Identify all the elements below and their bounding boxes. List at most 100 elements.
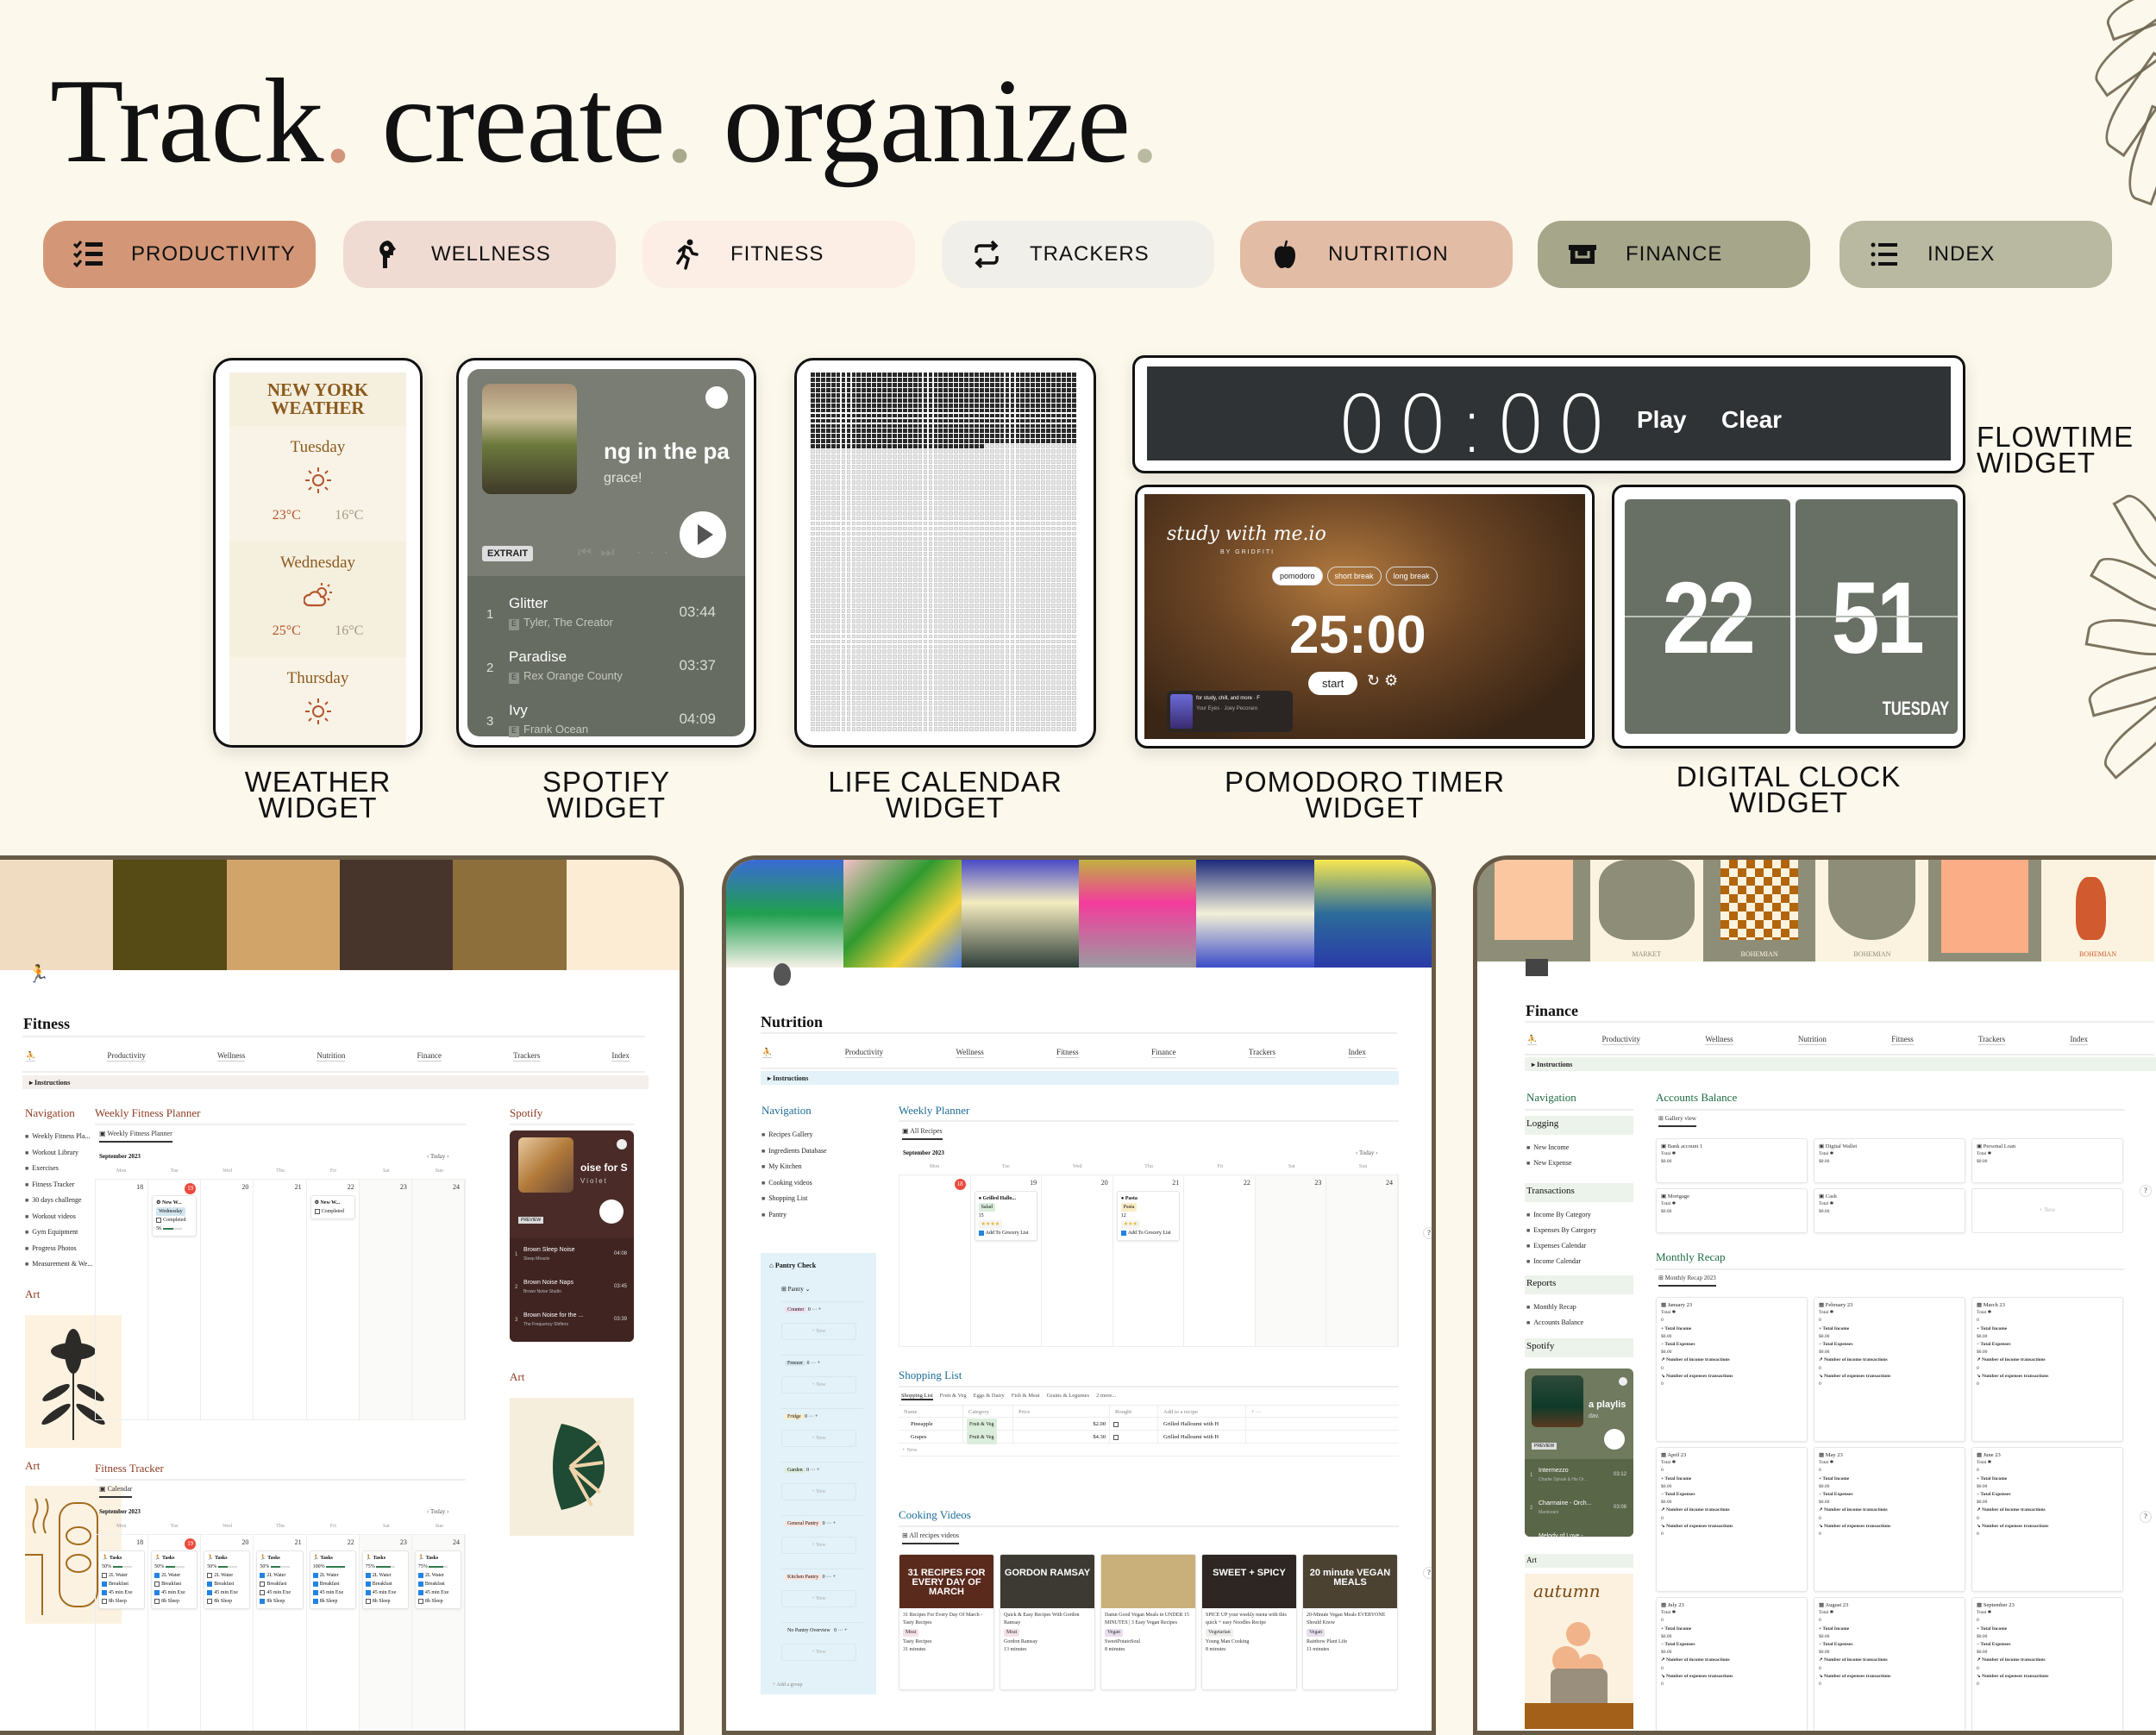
new-item-button[interactable]: + New [781,1376,856,1394]
nav-item[interactable]: New Income [1526,1140,1571,1156]
transactions-links[interactable]: Income By CategoryExpenses By CategoryEx… [1526,1207,1596,1269]
task-checkbox[interactable] [154,1581,160,1587]
nav-link[interactable]: Index [2070,1035,2088,1045]
calendar-day[interactable]: 23 [1255,1175,1327,1346]
video-card[interactable]: 31 RECIPES FOR EVERY DAY OF MARCH 31 Reci… [899,1554,994,1690]
bought-checkbox[interactable] [1113,1434,1119,1440]
pantry-group-header[interactable]: Kitchen Pantry 0 ··· + [785,1575,836,1580]
tracker-card[interactable]: 🏃 Tasks 75% 2L Water Breakfast 45 min Exe 8h… [414,1550,461,1609]
shopping-tab[interactable]: Fruit & Veg [940,1393,967,1400]
tracker-card[interactable]: 🏃 Tasks 50% 2L Water Breakfast 45 min Exe 8h… [98,1550,146,1609]
track-item[interactable]: 2 Brown Noise Naps Brown Noise Studio 03:45 [510,1276,634,1306]
new-item-button[interactable]: + New [781,1644,856,1661]
add-group-button[interactable]: + Add a group [773,1682,803,1688]
reset-icon[interactable]: ↻ [1367,672,1380,690]
category-button-fitness[interactable]: FITNESS [642,221,915,288]
new-item-button[interactable]: + New [781,1323,856,1340]
instructions-toggle[interactable]: ▸ Instructions [22,1075,649,1089]
playback-controls[interactable]: ⏮⏭ ··· [578,543,677,561]
table-row[interactable]: Grapes Fruit & Veg $4.30 Grilled Halloumi w… [899,1431,1399,1444]
tracker-card[interactable]: 🏃 Tasks 100% 2L Water Breakfast 45 min Exe 8… [309,1550,356,1609]
view-tab[interactable]: ⊞ Gallery view [1658,1115,1696,1127]
shopping-table[interactable]: Name Category Price Bought Add to a recipe + … [899,1405,1399,1456]
nav-item[interactable]: Expenses Calendar [1526,1238,1596,1254]
nav-link[interactable]: Trackers [1248,1048,1276,1058]
play-button[interactable] [599,1199,624,1224]
nav-link[interactable]: Wellness [1705,1035,1733,1045]
recipe-card[interactable]: ● Pasta Pasta 12 ★★★ Add To Grocery List [1116,1191,1181,1241]
task-row[interactable]: Breakfast [417,1580,458,1588]
view-tab[interactable]: ▣ All Recipes [902,1127,943,1140]
calendar-day[interactable]: 18 [96,1180,149,1419]
spotify-widget[interactable]: ng in the pa grace! EXTRAIT ⏮⏭ ··· 1 Glit… [456,358,756,748]
nav-item[interactable]: Income Calendar [1526,1254,1596,1269]
task-checkbox[interactable] [312,1581,318,1587]
video-card[interactable]: Damn Good Vegan Meals in UNDER 15 MINUTE… [1100,1554,1196,1690]
new-item-button[interactable]: + New [781,1430,856,1447]
task-checkbox[interactable] [365,1589,371,1595]
category-button-index[interactable]: INDEX [1839,221,2112,288]
task-checkbox[interactable] [417,1598,423,1604]
tracker-card[interactable]: 🏃 Tasks 50% 2L Water Breakfast 45 min Exe 8h… [151,1550,198,1609]
calendar-today-nav[interactable]: ‹ Today › [1356,1149,1377,1156]
checkbox[interactable] [314,1208,320,1214]
calendar-day[interactable]: 24 [1326,1175,1398,1346]
task-row[interactable]: Breakfast [365,1580,405,1588]
calendar-day[interactable]: 20 [201,1180,254,1419]
recipe-card[interactable]: ● Grilled Hallo... Salad 15 ★★★★ Add To Groc… [974,1191,1038,1241]
task-checkbox[interactable] [365,1598,371,1604]
task-checkbox[interactable] [102,1589,107,1595]
task-row[interactable]: 45 min Exe [260,1588,299,1597]
play-button[interactable] [680,511,726,558]
track-item[interactable]: 3Melody of Love - ...Wayne King02:44 [1525,1530,1633,1537]
grocery-checkbox[interactable] [978,1230,984,1236]
mode-pomodoro[interactable]: pomodoro [1272,567,1323,586]
track-list[interactable]: 1GlitterTyler, The Creator03:44 2Paradis… [467,576,745,736]
checkbox[interactable] [156,1217,162,1223]
task-row[interactable]: 45 min Exe [312,1588,353,1597]
nav-item[interactable]: Ingredients Database [761,1143,826,1160]
new-item-button[interactable]: + New [781,1483,856,1500]
clear-button[interactable]: Clear [1721,406,1782,434]
start-button[interactable]: start [1308,672,1358,695]
video-card[interactable]: 20 minute VEGAN MEALS 20-Minute Vegan Mea… [1302,1554,1398,1690]
task-checkbox[interactable] [207,1572,213,1578]
task-row[interactable]: 2L Water [102,1571,141,1580]
task-checkbox[interactable] [365,1572,371,1578]
nav-item[interactable]: Progress Photos [25,1241,92,1257]
month-card[interactable]: ▦ August 23 Total ✱ 0 + Total Income $0.00− … [1814,1597,1965,1731]
fitness-tracker-calendar[interactable]: 18 🏃 Tasks 50% 2L Water Breakfast 45 min Exe… [95,1534,466,1731]
task-checkbox[interactable] [154,1572,160,1578]
tracker-card[interactable]: 🏃 Tasks 50% 2L Water Breakfast 45 min Exe 8h… [256,1550,304,1609]
task-checkbox[interactable] [207,1581,213,1587]
shopping-tab[interactable]: Eggs & Dairy [974,1393,1005,1400]
mode-long-break[interactable]: long break [1385,567,1438,586]
fitness-navigation[interactable]: Weekly Fitness Pla...Workout LibraryExer… [25,1129,92,1273]
nav-link[interactable]: Productivity [844,1048,884,1058]
task-row[interactable]: 8h Sleep [154,1597,194,1606]
calendar-today-nav[interactable]: ‹ Today › [427,1153,448,1160]
calendar-day[interactable]: 23 [359,1180,412,1419]
nav-link[interactable]: Trackers [513,1051,541,1062]
calendar-day[interactable]: 23 🏃 Tasks 75% 2L Water Breakfast 45 min Exe… [359,1535,412,1731]
track-item[interactable]: 3IvyFrank Ocean04:09 [467,692,745,745]
task-checkbox[interactable] [260,1589,266,1595]
play-button[interactable] [1604,1429,1625,1450]
task-row[interactable]: 45 min Exe [365,1588,405,1597]
nav-link[interactable]: Productivity [107,1051,146,1062]
calendar-day[interactable]: 24 [411,1180,465,1419]
month-card[interactable]: ▦ February 23 Total ✱ 0 + Total Income $0.00… [1814,1297,1965,1442]
fitness-spotify-player[interactable]: oise for S Violet PREVIEW 1 Brown Sleep N… [510,1131,634,1342]
task-row[interactable]: 2L Water [417,1571,458,1580]
help-button[interactable]: ? [1423,1567,1432,1579]
shopping-tab[interactable]: Fish & Meat [1012,1393,1040,1400]
finance-spotify-player[interactable]: a playlis dav. PREVIEW 1 Intermezzo Charli… [1525,1369,1633,1537]
task-row[interactable]: 8h Sleep [260,1597,299,1606]
cell-recipe-link[interactable]: Grilled Halloumi with H [1158,1431,1246,1443]
task-checkbox[interactable] [417,1589,423,1595]
calendar-day[interactable]: 19 ● Grilled Hallo... Salad 15 ★★★★ Add To Gr… [971,1175,1043,1346]
shopping-tab[interactable]: Shopping List [901,1393,933,1400]
task-checkbox[interactable] [260,1572,266,1578]
nav-item[interactable]: Monthly Recap [1526,1300,1583,1315]
planner-card[interactable]: ⚙ New W... Completed [310,1195,355,1219]
